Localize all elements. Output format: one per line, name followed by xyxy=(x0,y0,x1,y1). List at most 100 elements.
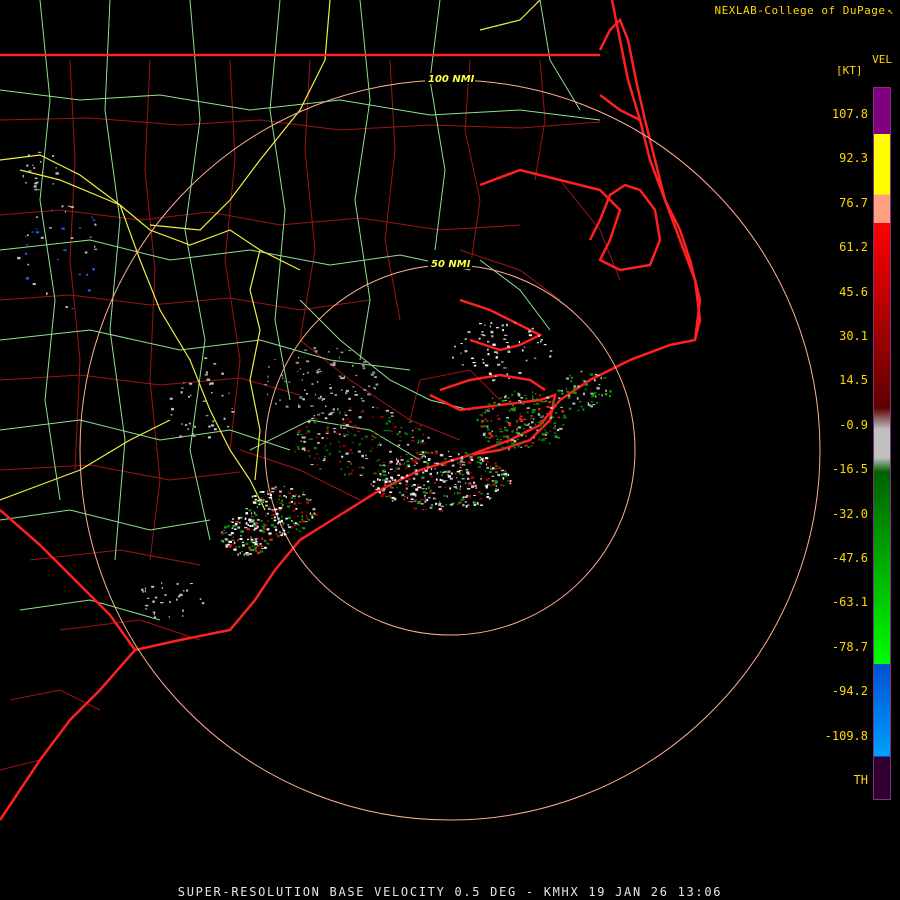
echo-pixel xyxy=(476,418,479,422)
echo-pixel xyxy=(160,602,164,604)
echo-pixel xyxy=(506,342,509,343)
echo-pixel xyxy=(507,473,510,476)
echo-pixel xyxy=(457,461,459,465)
echo-pixel xyxy=(363,361,367,363)
echo-pixel xyxy=(403,495,407,498)
echo-pixel xyxy=(512,403,514,405)
echo-pixel xyxy=(507,441,509,443)
echo-pixel xyxy=(576,397,579,400)
echo-pixel xyxy=(282,504,284,506)
echo-pixel xyxy=(263,499,265,501)
echo-pixel xyxy=(344,414,348,417)
echo-pixel xyxy=(459,472,462,475)
echo-pixel xyxy=(468,483,472,486)
echo-pixel xyxy=(501,446,504,449)
echo-pixel xyxy=(362,473,364,475)
echo-pixel xyxy=(266,529,269,531)
echo-pixel xyxy=(220,539,224,542)
echo-pixel xyxy=(234,522,238,526)
echo-pixel xyxy=(519,413,521,415)
echo-pixel xyxy=(472,483,476,486)
echo-pixel xyxy=(266,393,269,396)
echo-pixel xyxy=(161,587,164,589)
echo-pixel xyxy=(496,438,499,441)
echo-pixel xyxy=(338,441,340,443)
echo-pixel xyxy=(379,443,382,446)
echo-pixel xyxy=(536,398,538,400)
echo-pixel xyxy=(487,440,490,443)
echo-pixel xyxy=(240,535,242,537)
echo-pixel xyxy=(410,439,415,442)
echo-pixel xyxy=(430,468,433,470)
echo-pixel xyxy=(454,472,457,475)
legend-label: -94.2 xyxy=(831,684,868,699)
credit-line: NEXLAB-College of DuPage ↖ xyxy=(715,4,894,17)
echo-pixel xyxy=(461,477,465,480)
echo-pixel xyxy=(360,397,363,400)
echo-pixel xyxy=(260,550,264,553)
echo-pixel xyxy=(316,463,319,466)
echo-pixel xyxy=(504,426,506,429)
echo-pixel xyxy=(535,402,540,405)
echo-pixel xyxy=(308,421,310,424)
echo-pixel xyxy=(333,430,336,433)
echo-pixel xyxy=(260,545,264,548)
echo-pixel xyxy=(245,552,249,554)
echo-pixel xyxy=(400,456,403,458)
echo-pixel xyxy=(438,504,441,506)
echo-pixel xyxy=(349,407,352,409)
echo-pixel xyxy=(223,532,225,535)
echo-pixel xyxy=(467,495,471,498)
echo-pixel xyxy=(305,511,307,513)
echo-pixel xyxy=(27,234,29,237)
echo-pixel xyxy=(399,463,401,466)
echo-pixel xyxy=(325,449,329,451)
echo-pixel xyxy=(154,616,156,619)
echo-pixel xyxy=(233,541,236,545)
echo-pixel xyxy=(457,503,459,506)
echo-pixel xyxy=(211,392,213,394)
echo-pixel xyxy=(590,392,594,395)
echo-pixel xyxy=(391,499,394,502)
echo-pixel xyxy=(594,373,598,376)
echo-pixel xyxy=(605,389,607,392)
echo-pixel xyxy=(49,227,52,229)
echo-pixel xyxy=(423,461,427,463)
echo-pixel xyxy=(275,528,278,532)
echo-pixel xyxy=(271,491,275,493)
echo-pixel xyxy=(310,438,313,440)
echo-pixel xyxy=(271,509,275,511)
echo-pixel xyxy=(349,472,353,475)
echo-pixel xyxy=(497,363,501,366)
legend-label: -47.6 xyxy=(831,551,868,565)
echo-pixel xyxy=(493,484,495,486)
echo-pixel xyxy=(500,469,505,472)
echo-pixel xyxy=(545,431,548,434)
legend-label: 107.8 xyxy=(831,107,868,121)
echo-pixel xyxy=(609,390,612,393)
echo-pixel xyxy=(415,488,419,491)
echo-pixel xyxy=(563,416,567,419)
echo-pixel xyxy=(325,431,329,433)
echo-pixel xyxy=(471,476,475,479)
echo-pixel xyxy=(271,517,274,519)
echo-pixel xyxy=(583,380,586,382)
echo-pixel xyxy=(373,472,376,474)
echo-pixel xyxy=(549,350,553,352)
echo-pixel xyxy=(400,459,404,461)
echo-pixel xyxy=(251,516,254,518)
echo-pixel xyxy=(567,397,571,399)
echo-pixel xyxy=(481,420,485,422)
echo-pixel xyxy=(429,472,432,476)
echo-pixel xyxy=(248,509,252,512)
echo-pixel xyxy=(164,594,167,596)
echo-pixel xyxy=(297,433,299,436)
echo-pixel xyxy=(416,501,421,504)
echo-pixel xyxy=(237,526,241,529)
echo-pixel xyxy=(447,450,450,453)
echo-pixel xyxy=(46,292,48,295)
echo-pixel xyxy=(520,434,524,437)
echo-pixel xyxy=(246,528,250,531)
echo-pixel xyxy=(480,475,483,478)
echo-pixel xyxy=(26,244,29,246)
